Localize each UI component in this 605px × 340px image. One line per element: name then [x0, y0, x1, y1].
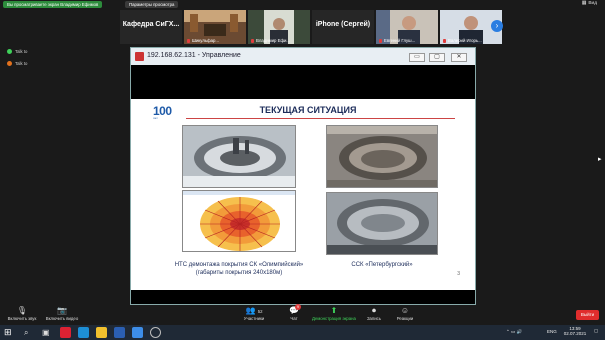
- chat-icon: 💬 9: [289, 304, 302, 316]
- window-title: 192.168.62.131 - Управление: [147, 52, 241, 59]
- zoom-icon[interactable]: [132, 327, 143, 338]
- shield-icon: [7, 49, 12, 54]
- side-talk-item: Talk to: [7, 61, 27, 66]
- presentation-slide: 100 лет ТЕКУЩАЯ СИТУАЦИЯ НТС демонтажа п…: [131, 99, 475, 291]
- app-icon[interactable]: [150, 327, 161, 338]
- leave-button[interactable]: Выйти: [576, 310, 599, 320]
- letterbox-bottom: [131, 290, 475, 304]
- edge-icon[interactable]: [78, 327, 89, 338]
- shared-screen-window: 192.168.62.131 - Управление ▭ ▢ ✕ 100 ле…: [130, 47, 476, 305]
- video-off-icon: 📷: [57, 306, 67, 315]
- next-participants-button[interactable]: ›: [491, 20, 503, 32]
- stadium-photo: [326, 125, 438, 188]
- participant-name: Шикульфар...: [192, 38, 219, 43]
- title-underline: [186, 118, 455, 119]
- view-options-button[interactable]: Параметры просмотра: [125, 1, 179, 8]
- reactions-label: Реакции: [396, 316, 414, 321]
- chat-button[interactable]: 💬 9 Чат: [284, 304, 304, 325]
- search-icon[interactable]: ⌕: [24, 327, 35, 338]
- participant-name: Евгений Глуш...: [384, 38, 416, 43]
- clock[interactable]: 13:59 02.07.2021: [561, 326, 589, 336]
- zoom-meeting-window: Вы просматриваете экран Владимир Ефимов …: [0, 0, 605, 340]
- participant-name: iPhone (Сергей): [315, 21, 371, 28]
- grid-icon: ▦: [581, 1, 587, 6]
- side-talk-item: Talk to: [7, 49, 27, 54]
- task-view-icon[interactable]: ▣: [42, 327, 53, 338]
- record-icon: ⏺: [372, 306, 376, 315]
- mic-muted-icon: [443, 39, 446, 43]
- participant-tile[interactable]: Кафедра СиГХ...: [120, 10, 182, 44]
- close-button[interactable]: ✕: [451, 53, 467, 62]
- mic-muted-icon: [379, 39, 382, 43]
- stress-diagram: [182, 190, 296, 252]
- windows-start-icon[interactable]: ⊞: [4, 327, 15, 338]
- status-icon: [7, 61, 12, 66]
- mic-muted-icon: [187, 39, 190, 43]
- windows-taskbar: ⊞ ⌕ ▣ ⌃ ▭ 🔊 ENG 13:59 02.07.2021 ▢: [0, 325, 605, 340]
- participants-icon: 👥 52: [245, 306, 263, 315]
- chat-label: Чат: [290, 316, 298, 321]
- meeting-controls-bar: 🎙 Включить звук 📷 Включить видео 👥 52 Уч…: [0, 304, 605, 325]
- start-video-button[interactable]: 📷 Включить видео: [44, 305, 80, 325]
- reactions-icon: ☺: [400, 306, 410, 315]
- maximize-button[interactable]: ▢: [429, 53, 445, 62]
- participant-name: Валерий Игорь...: [448, 38, 482, 43]
- letterbox-top: [131, 65, 475, 99]
- participant-name: Кафедра СиГХ...: [122, 21, 180, 28]
- reactions-button[interactable]: ☺ Реакции: [393, 305, 417, 325]
- caption-right: ССК «Петербургский»: [351, 262, 413, 268]
- participant-tile[interactable]: Евгений Глуш...: [376, 10, 438, 44]
- file-explorer-icon[interactable]: [96, 327, 107, 338]
- unmute-button[interactable]: 🎙 Включить звук: [6, 305, 38, 325]
- caption-left-line2: (габариты покрытия 240х180м): [195, 269, 283, 276]
- participants-label: Участники: [243, 316, 265, 321]
- record-button[interactable]: ⏺ Запись: [364, 305, 384, 325]
- stadium-photo: [182, 125, 296, 188]
- chat-badge: 9: [295, 304, 302, 310]
- slide-page-number: 3: [457, 271, 460, 277]
- share-screen-icon: ⬆: [330, 306, 338, 315]
- app-icon: [135, 52, 144, 61]
- language-indicator[interactable]: ENG: [547, 329, 557, 334]
- tray-icons[interactable]: ⌃ ▭ 🔊: [506, 329, 522, 335]
- opera-icon[interactable]: [60, 327, 71, 338]
- logo-subtitle: лет: [153, 116, 158, 120]
- side-label: Talk to: [15, 49, 28, 54]
- window-titlebar: 192.168.62.131 - Управление ▭ ▢ ✕: [131, 48, 475, 65]
- mic-off-icon: 🎙: [16, 306, 28, 315]
- clock-date: 02.07.2021: [563, 331, 587, 336]
- participants-strip: Кафедра СиГХ... Шикульфар... Владимир Еф…: [120, 10, 502, 44]
- share-status-pill[interactable]: Вы просматриваете экран Владимир Ефимов: [3, 1, 103, 8]
- caption-left-line1: НТС демонтажа покрытия СК «Олимпийский»: [174, 262, 304, 268]
- participant-tile[interactable]: Шикульфар...: [184, 10, 246, 44]
- participant-tile[interactable]: Владимир Ефи...: [248, 10, 310, 44]
- caption-left: НТС демонтажа покрытия СК «Олимпийский» …: [161, 262, 317, 277]
- start-video-label: Включить видео: [45, 316, 79, 321]
- notifications-icon[interactable]: ▢: [594, 328, 598, 334]
- participants-count: 52: [257, 309, 263, 314]
- stadium-photo: [326, 192, 438, 255]
- slide-title: ТЕКУЩАЯ СИТУАЦИЯ: [259, 105, 357, 115]
- word-icon[interactable]: [114, 327, 125, 338]
- unmute-label: Включить звук: [7, 316, 37, 321]
- minimize-button[interactable]: ▭: [409, 53, 425, 62]
- mouse-cursor-icon: ▸: [598, 156, 602, 163]
- participants-button[interactable]: 👥 52 Участники: [236, 305, 272, 325]
- record-label: Запись: [366, 316, 382, 321]
- side-label: Talk to: [15, 61, 28, 66]
- participant-tile[interactable]: iPhone (Сергей): [312, 10, 374, 44]
- view-button[interactable]: ▦ Вид: [582, 1, 597, 6]
- share-screen-button[interactable]: ⬆ Демонстрация экрана: [310, 305, 358, 325]
- mic-muted-icon: [251, 39, 254, 43]
- participant-name: Владимир Ефи...: [256, 38, 290, 43]
- share-screen-label: Демонстрация экрана: [312, 316, 356, 321]
- top-banner: Вы просматриваете экран Владимир Ефимов …: [0, 0, 605, 8]
- view-label: Вид: [588, 1, 597, 6]
